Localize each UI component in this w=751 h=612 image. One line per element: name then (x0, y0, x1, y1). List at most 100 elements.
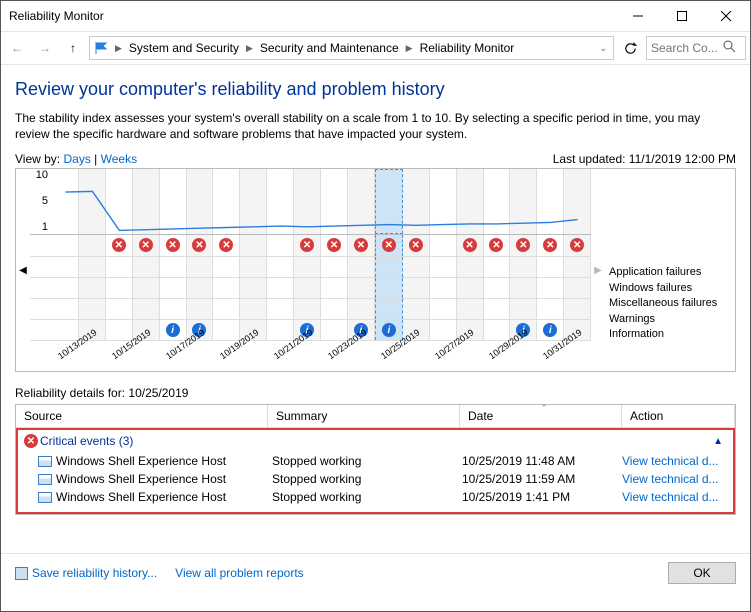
chart-event-cell[interactable] (430, 235, 457, 255)
chart-event-cell[interactable] (133, 257, 160, 277)
chart-event-cell[interactable] (52, 235, 79, 255)
refresh-button[interactable] (618, 36, 642, 60)
col-summary[interactable]: Summary (268, 405, 460, 427)
chart-event-cell[interactable] (240, 278, 267, 298)
chevron-right-icon[interactable]: ▶ (113, 43, 124, 54)
chart-event-cell[interactable]: ✕ (510, 235, 537, 255)
group-header[interactable]: ✕ Critical events (3) ▲ (24, 432, 727, 452)
chart-event-cell[interactable] (52, 299, 79, 319)
chart-event-cell[interactable] (79, 257, 106, 277)
chart-event-cell[interactable] (430, 278, 457, 298)
chart-event-cell[interactable] (240, 235, 267, 255)
chart-event-cell[interactable] (267, 299, 294, 319)
chart-event-cell[interactable] (187, 257, 214, 277)
chart-event-cell[interactable] (213, 299, 240, 319)
chart-event-cell[interactable] (187, 299, 214, 319)
breadcrumb-item[interactable]: Reliability Monitor (416, 41, 519, 55)
chart-event-cell[interactable] (52, 257, 79, 277)
chart-event-cell[interactable]: ✕ (133, 235, 160, 255)
chart-event-cell[interactable]: ✕ (564, 235, 591, 255)
chart-event-cell[interactable] (240, 299, 267, 319)
chart-event-cell[interactable] (457, 257, 484, 277)
minimize-button[interactable] (616, 2, 660, 30)
table-row[interactable]: Windows Shell Experience HostStopped wor… (24, 470, 727, 488)
chart-event-cell[interactable] (267, 257, 294, 277)
chart-event-cell[interactable] (321, 320, 348, 340)
chart-event-cell[interactable] (79, 278, 106, 298)
chart-event-cell[interactable] (160, 257, 187, 277)
chart-event-cell[interactable] (510, 257, 537, 277)
chart-event-cell[interactable]: ✕ (294, 235, 321, 255)
chart-event-cell[interactable]: ✕ (106, 235, 133, 255)
chart-event-cell[interactable] (484, 278, 511, 298)
chart-event-cell[interactable] (79, 235, 106, 255)
scroll-right-button[interactable]: ▶ (591, 169, 605, 371)
chart-event-cell[interactable] (187, 278, 214, 298)
chart-event-cell[interactable] (375, 257, 403, 277)
chart-event-cell[interactable] (294, 299, 321, 319)
chart-event-cell[interactable] (457, 278, 484, 298)
search-box[interactable] (646, 36, 746, 60)
chart-event-cell[interactable] (564, 299, 591, 319)
chart-event-cell[interactable] (213, 278, 240, 298)
back-button[interactable]: ← (5, 36, 29, 60)
chart-event-cell[interactable] (537, 257, 564, 277)
chart-event-cell[interactable] (267, 235, 294, 255)
breadcrumb[interactable]: ▶ System and Security ▶ Security and Mai… (89, 36, 614, 60)
breadcrumb-item[interactable]: System and Security (125, 41, 243, 55)
chart-event-cell[interactable] (484, 257, 511, 277)
chart-event-cell[interactable] (160, 299, 187, 319)
chart-event-cell[interactable] (375, 278, 403, 298)
ok-button[interactable]: OK (668, 562, 736, 584)
maximize-button[interactable] (660, 2, 704, 30)
chevron-right-icon[interactable]: ▶ (404, 43, 415, 54)
chart-event-cell[interactable] (294, 257, 321, 277)
chart-event-cell[interactable] (564, 257, 591, 277)
up-button[interactable]: ↑ (61, 36, 85, 60)
chart-event-cell[interactable] (267, 320, 294, 340)
search-input[interactable] (651, 41, 723, 55)
view-all-reports-link[interactable]: View all problem reports (175, 566, 304, 580)
chart-event-cell[interactable] (106, 299, 133, 319)
chart-event-cell[interactable] (484, 299, 511, 319)
close-button[interactable] (704, 2, 748, 30)
chart-event-cell[interactable]: ✕ (484, 235, 511, 255)
chart-event-cell[interactable] (564, 278, 591, 298)
chart-event-cell[interactable] (430, 257, 457, 277)
chart-event-cell[interactable] (79, 299, 106, 319)
breadcrumb-item[interactable]: Security and Maintenance (256, 41, 403, 55)
chart-event-cell[interactable]: i (537, 320, 564, 340)
chart-event-cell[interactable] (321, 257, 348, 277)
table-row[interactable]: Windows Shell Experience HostStopped wor… (24, 488, 727, 506)
chart-event-cell[interactable] (510, 299, 537, 319)
chevron-down-icon[interactable]: ⌄ (595, 43, 611, 54)
chart-event-cell[interactable] (52, 320, 79, 340)
viewby-weeks[interactable]: Weeks (101, 152, 137, 166)
chart-event-cell[interactable] (457, 299, 484, 319)
chevron-right-icon[interactable]: ▶ (244, 43, 255, 54)
chart-event-cell[interactable]: ✕ (321, 235, 348, 255)
chart-event-cell[interactable] (430, 320, 457, 340)
collapse-icon[interactable]: ▲ (713, 436, 723, 447)
chart-event-cell[interactable]: ✕ (213, 235, 240, 255)
chart-event-cell[interactable] (106, 278, 133, 298)
chart-event-cell[interactable] (510, 278, 537, 298)
chart-event-cell[interactable] (52, 278, 79, 298)
view-details-link[interactable]: View technical d... (618, 471, 727, 487)
chart-event-cell[interactable]: ✕ (403, 235, 430, 255)
chart-event-cell[interactable] (213, 320, 240, 340)
chart-event-cell[interactable] (484, 320, 511, 340)
col-action[interactable]: Action (622, 405, 735, 427)
chart-event-cell[interactable] (375, 299, 403, 319)
chart-event-cell[interactable] (403, 257, 430, 277)
chart-event-cell[interactable] (294, 278, 321, 298)
chart-event-cell[interactable] (430, 299, 457, 319)
view-details-link[interactable]: View technical d... (618, 453, 727, 469)
forward-button[interactable]: → (33, 36, 57, 60)
chart-event-cell[interactable] (213, 257, 240, 277)
chart-event-cell[interactable] (403, 278, 430, 298)
chart-event-cell[interactable]: ✕ (348, 235, 375, 255)
scroll-left-button[interactable]: ◀ (16, 169, 30, 371)
chart-event-cell[interactable]: i (375, 320, 403, 340)
chart-event-cell[interactable] (240, 257, 267, 277)
